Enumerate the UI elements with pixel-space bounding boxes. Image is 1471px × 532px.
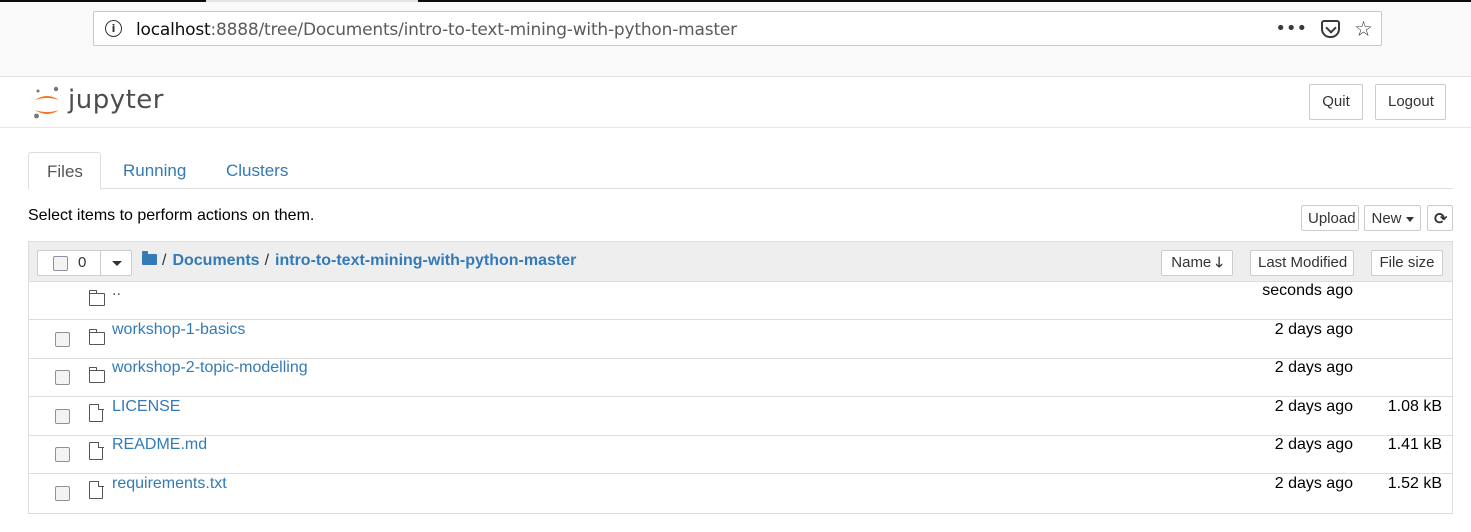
folder-icon — [88, 329, 105, 345]
list-item[interactable]: workshop-2-topic-modelling 2 days ago — [29, 359, 1452, 397]
new-dropdown-button[interactable]: New — [1364, 205, 1421, 231]
breadcrumb-separator: / — [162, 252, 167, 269]
ellipsis-icon[interactable]: ••• — [1275, 17, 1307, 41]
item-checkbox[interactable] — [55, 409, 70, 424]
breadcrumb: / Documents / intro-to-text-mining-with-pyt… — [142, 251, 576, 270]
item-size: 1.08 kB — [1387, 398, 1442, 415]
item-size: 1.52 kB — [1387, 475, 1442, 492]
item-name[interactable]: workshop-2-topic-modelling — [112, 359, 308, 377]
quit-button[interactable]: Quit — [1309, 84, 1363, 120]
sort-last-modified-button[interactable]: Last Modified — [1250, 250, 1354, 276]
list-item-parent[interactable]: .. seconds ago — [29, 282, 1452, 320]
selection-hint: Select items to perform actions on them. — [28, 207, 315, 224]
select-all-checkbox[interactable] — [53, 256, 68, 271]
item-size: 1.41 kB — [1387, 436, 1442, 453]
breadcrumb-documents[interactable]: Documents — [172, 252, 259, 269]
tab-running[interactable]: Running — [105, 152, 204, 189]
page-actions: ••• ☆ — [1275, 17, 1373, 41]
url-path: :8888/tree/Documents/intro-to-text-minin… — [210, 20, 738, 40]
jupyter-header: jupyter Quit Logout — [0, 77, 1471, 128]
sort-file-size-button[interactable]: File size — [1371, 250, 1443, 276]
new-label: New — [1371, 210, 1402, 227]
logo-text: jupyter — [68, 85, 164, 115]
item-name[interactable]: workshop-1-basics — [112, 321, 245, 339]
file-list-header: 0 / Documents / intro-to-text-mining-with-p… — [29, 242, 1452, 282]
tab-strip-edge — [0, 0, 1471, 2]
item-checkbox[interactable] — [55, 486, 70, 501]
refresh-button[interactable]: ⟳ — [1427, 205, 1453, 231]
file-icon — [89, 403, 104, 422]
tab-files[interactable]: Files — [28, 152, 101, 190]
file-icon — [89, 441, 104, 460]
list-item[interactable]: workshop-1-basics 2 days ago — [29, 321, 1452, 359]
url-text[interactable]: localhost:8888/tree/Documents/intro-to-t… — [136, 20, 737, 40]
jupyter-logo-icon — [34, 86, 59, 119]
item-modified: 2 days ago — [1274, 475, 1353, 492]
item-modified: 2 days ago — [1274, 321, 1353, 338]
browser-toolbar: i localhost:8888/tree/Documents/intro-to… — [0, 0, 1471, 77]
item-name[interactable]: LICENSE — [112, 398, 180, 416]
caret-down-icon — [1405, 216, 1414, 222]
item-name[interactable]: .. — [112, 282, 121, 300]
breadcrumb-separator: / — [264, 252, 270, 269]
item-modified: seconds ago — [1262, 282, 1353, 299]
list-item[interactable]: README.md 2 days ago 1.41 kB — [29, 436, 1452, 474]
arrow-down-icon: 🡓 — [1215, 255, 1223, 271]
item-name[interactable]: requirements.txt — [112, 475, 227, 493]
item-modified: 2 days ago — [1274, 436, 1353, 453]
star-icon[interactable]: ☆ — [1354, 17, 1373, 41]
caret-down-icon[interactable] — [112, 261, 122, 266]
upload-button[interactable]: Upload — [1301, 205, 1359, 231]
file-icon — [89, 480, 104, 499]
item-modified: 2 days ago — [1274, 359, 1353, 376]
logout-button[interactable]: Logout — [1375, 84, 1446, 120]
sort-name-button[interactable]: Name 🡓 — [1161, 250, 1233, 276]
item-modified: 2 days ago — [1274, 398, 1353, 415]
select-all-dropdown[interactable]: 0 — [37, 250, 132, 276]
folder-icon — [88, 290, 105, 306]
selected-count: 0 — [78, 254, 87, 271]
file-list: 0 / Documents / intro-to-text-mining-with-p… — [28, 241, 1453, 514]
jupyter-logo[interactable]: jupyter — [32, 85, 172, 123]
url-host: localhost — [136, 20, 211, 40]
tab-clusters[interactable]: Clusters — [208, 152, 306, 189]
item-name[interactable]: README.md — [112, 436, 207, 454]
folder-icon — [88, 367, 105, 383]
info-circle-icon[interactable]: i — [105, 20, 122, 37]
address-bar[interactable]: i localhost:8888/tree/Documents/intro-to… — [93, 11, 1382, 46]
refresh-icon: ⟳ — [1434, 208, 1448, 228]
tab-bar: Files Running Clusters — [28, 152, 1453, 190]
pocket-icon[interactable] — [1321, 20, 1341, 38]
item-checkbox[interactable] — [55, 332, 70, 347]
list-item[interactable]: LICENSE 2 days ago 1.08 kB — [29, 398, 1452, 436]
breadcrumb-current[interactable]: intro-to-text-mining-with-python-master — [275, 252, 576, 269]
folder-root-icon[interactable] — [142, 251, 157, 265]
item-checkbox[interactable] — [55, 447, 70, 462]
list-item[interactable]: requirements.txt 2 days ago 1.52 kB — [29, 475, 1452, 513]
item-checkbox[interactable] — [55, 370, 70, 385]
sort-name-label: Name — [1171, 254, 1212, 271]
